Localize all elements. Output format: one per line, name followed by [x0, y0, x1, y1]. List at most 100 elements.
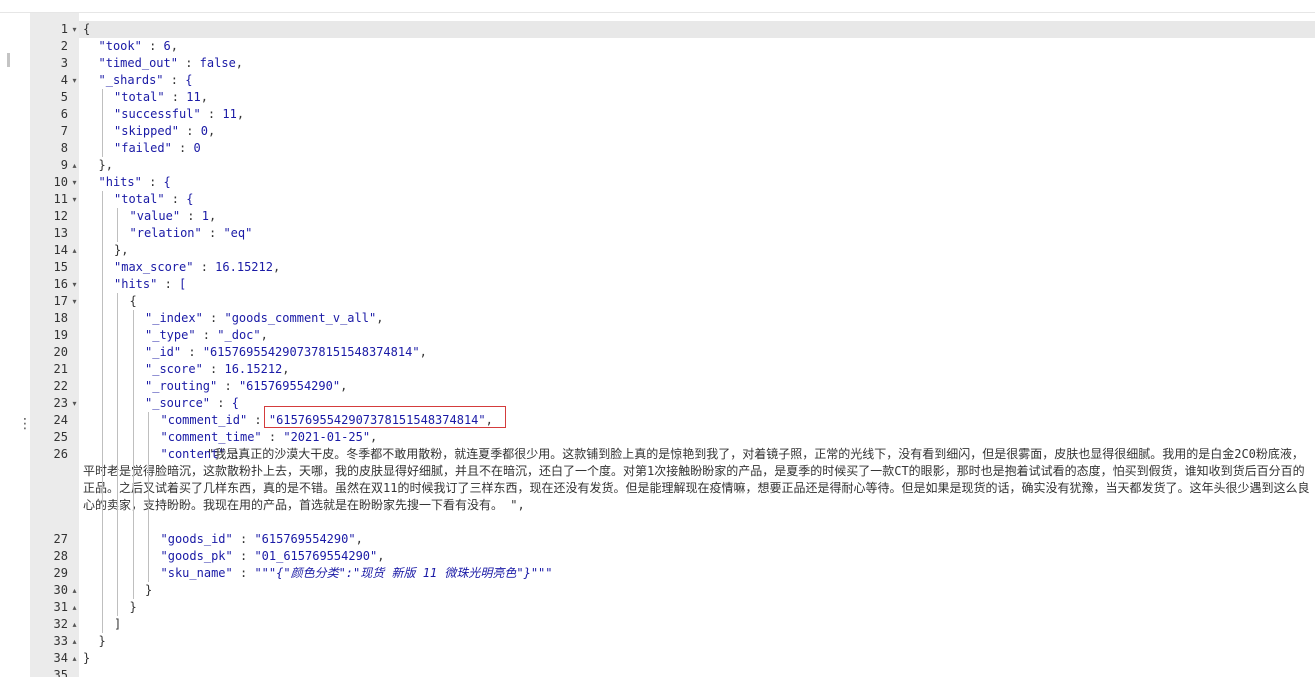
fold-collapse-icon[interactable]: ▾ — [70, 276, 79, 293]
separator-token: : — [195, 328, 218, 342]
bracket-token: { — [129, 294, 137, 308]
code-line: 14 ▴}, — [30, 242, 1315, 259]
bracket-token: } — [145, 583, 153, 597]
fold-collapse-icon[interactable]: ▾ — [70, 21, 79, 38]
separator-token: : — [179, 124, 201, 138]
json-value: "615769554290" — [254, 532, 356, 546]
json-value: "2021-01-25" — [283, 430, 371, 444]
fold-end-icon[interactable]: ▴ — [70, 242, 79, 259]
code-text: "_routing" : "615769554290", — [145, 378, 347, 395]
fold-end-icon[interactable]: ▴ — [70, 599, 79, 616]
fold-collapse-icon[interactable]: ▾ — [70, 293, 79, 310]
code-text: }, — [99, 157, 113, 174]
line-number: 27 — [53, 532, 68, 546]
fold-collapse-icon[interactable]: ▾ — [70, 174, 79, 191]
code-text: "sku_name" : """{"颜色分类":"现货 新版 11 微珠光明亮色… — [161, 565, 553, 582]
json-response-editor[interactable]: 1 ▾{2 "took" : 6, 3 "timed_out" : false, 4 ▾ "_… — [30, 13, 1315, 677]
fold-collapse-icon[interactable]: ▾ — [70, 191, 79, 208]
json-value: 1 — [201, 209, 209, 223]
comment-id-highlight-box — [264, 406, 506, 428]
json-key: "_type" — [145, 328, 196, 342]
json-value: 0 — [193, 141, 201, 155]
code-text: "total" : { — [114, 191, 194, 208]
json-value: 11 — [186, 90, 201, 104]
fold-collapse-icon[interactable]: ▾ — [70, 395, 79, 412]
trailing-token: , — [170, 39, 179, 53]
sku-name-close-quotes: """ — [530, 566, 553, 580]
trailing-token: , — [200, 90, 208, 104]
separator-token: : — [201, 226, 224, 240]
json-key: "value" — [129, 209, 181, 223]
json-value: """ — [254, 566, 277, 580]
line-number: 19 — [53, 328, 68, 342]
json-value: "615769554290" — [238, 379, 341, 393]
code-line: 15 "max_score" : 16.15212, — [30, 259, 1315, 276]
separator-token: : — [232, 549, 255, 563]
left-rail: ⋮ — [0, 13, 32, 677]
separator-token: : — [202, 362, 225, 376]
json-key: "comment_time" — [160, 430, 262, 444]
line-number: 10 — [53, 175, 68, 189]
code-line: 20 "_id" : "6157695542907378151548374814"… — [30, 344, 1315, 361]
json-value: 0 — [200, 124, 208, 138]
code-text: } — [130, 599, 137, 616]
line-number: 5 — [60, 90, 68, 104]
line-number: 29 — [53, 566, 68, 580]
json-key: "took" — [98, 39, 142, 53]
json-value: 16.15212 — [224, 362, 283, 376]
fold-collapse-icon[interactable]: ▾ — [70, 72, 79, 89]
line-number: 13 — [53, 226, 68, 240]
code-text: "hits" : [ — [114, 276, 186, 293]
code-line: 5 "total" : 11, — [30, 89, 1315, 106]
code-line: 8 "failed" : 0 — [30, 140, 1315, 157]
indent-guide — [101, 191, 103, 633]
code-line: 29 "sku_name" : """{"颜色分类":"现货 新版 11 微珠光明… — [30, 565, 1315, 582]
line-number: 30 — [53, 583, 68, 597]
code-line: 35 — [30, 667, 1315, 677]
trailing-token: , — [236, 107, 245, 121]
fold-end-icon[interactable]: ▴ — [70, 582, 79, 599]
json-key: "failed" — [114, 141, 172, 155]
separator-token: : — [141, 175, 164, 189]
pane-resize-handle[interactable] — [7, 53, 10, 67]
json-key: "max_score" — [114, 260, 194, 274]
trailing-token: , — [355, 532, 363, 546]
line-number: 3 — [60, 56, 68, 70]
json-value: "_doc" — [217, 328, 261, 342]
fold-end-icon[interactable]: ▴ — [70, 616, 79, 633]
separator-token: : — [180, 209, 202, 223]
code-text: "_id" : "6157695542907378151548374814", — [145, 344, 427, 361]
json-value: { — [163, 175, 171, 189]
code-text: "relation" : "eq" — [130, 225, 253, 242]
line-number: 7 — [60, 124, 68, 138]
code-line: 18 "_index" : "goods_comment_v_all", — [30, 310, 1315, 327]
json-value: 6 — [163, 39, 171, 53]
trailing-token: , — [376, 311, 384, 325]
code-line: 30 ▴} — [30, 582, 1315, 599]
line-number: 18 — [53, 311, 68, 325]
line-number: 32 — [53, 617, 68, 631]
line-number: 20 — [53, 345, 68, 359]
line-number: 1 — [60, 22, 68, 36]
fold-end-icon[interactable]: ▴ — [70, 157, 79, 174]
fold-end-icon[interactable]: ▴ — [70, 633, 79, 650]
separator-token: : — [163, 73, 186, 87]
json-key: "_source" — [145, 396, 211, 410]
bracket-token: }, — [98, 158, 113, 172]
line-number: 34 — [53, 651, 68, 665]
code-line: 28 "goods_pk" : "01_615769554290", — [30, 548, 1315, 565]
json-key: "goods_id" — [160, 532, 233, 546]
code-line: 21 "_score" : 16.15212, — [30, 361, 1315, 378]
code-line: 3 "timed_out" : false, — [30, 55, 1315, 72]
separator-token: : — [232, 532, 255, 546]
json-key: "timed_out" — [98, 56, 178, 70]
code-text: "_shards" : { — [99, 72, 193, 89]
code-text: "total" : 11, — [114, 89, 208, 106]
fold-end-icon[interactable]: ▴ — [70, 650, 79, 667]
code-text: }, — [114, 242, 128, 259]
code-text: "max_score" : 16.15212, — [114, 259, 280, 276]
code-line: 34 ▴} — [30, 650, 1315, 667]
separator-token: : — [232, 566, 255, 580]
code-line: 33 ▴} — [30, 633, 1315, 650]
line-number: 35 — [53, 668, 68, 677]
